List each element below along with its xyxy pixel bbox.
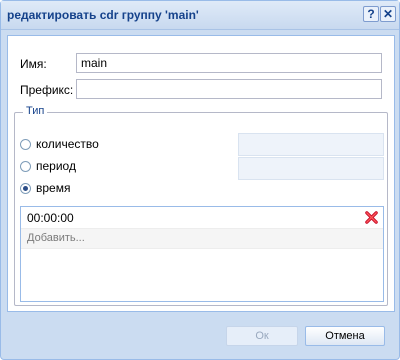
help-icon[interactable]: ?	[363, 6, 379, 22]
name-field[interactable]: main	[76, 53, 382, 73]
dialog-title: редактировать cdr группу 'main'	[7, 8, 199, 22]
radio-count-label[interactable]: количество	[36, 137, 99, 151]
period-field	[238, 157, 384, 180]
type-legend: Тип	[23, 105, 48, 117]
name-label: Имя:	[20, 57, 47, 71]
radio-time[interactable]	[20, 183, 31, 194]
radio-time-label[interactable]: время	[36, 181, 70, 195]
ok-button[interactable]: Ок	[226, 326, 298, 346]
radio-period-label[interactable]: период	[36, 159, 76, 173]
radio-count[interactable]	[20, 139, 31, 150]
radio-period[interactable]	[20, 161, 31, 172]
time-cell[interactable]: 00:00:00	[27, 211, 74, 225]
dialog-body: Имя: main Префикс: Тип количество период…	[7, 35, 395, 312]
time-grid: 00:00:00 Добавить...	[20, 206, 384, 302]
add-row[interactable]: Добавить...	[21, 229, 383, 249]
dialog-titlebar[interactable]: редактировать cdr группу 'main' ? ✕	[1, 1, 399, 30]
count-field	[238, 133, 384, 156]
prefix-label: Префикс:	[20, 83, 74, 97]
add-row-placeholder: Добавить...	[27, 232, 85, 244]
type-fieldset: Тип количество период время 00:00:00 Доб	[14, 105, 388, 306]
dialog-window: редактировать cdr группу 'main' ? ✕ Имя:…	[0, 0, 400, 360]
table-row[interactable]: 00:00:00	[21, 207, 383, 229]
cancel-button[interactable]: Отмена	[305, 326, 385, 346]
prefix-field[interactable]	[76, 79, 382, 99]
close-icon[interactable]: ✕	[380, 6, 396, 22]
delete-icon[interactable]	[364, 210, 379, 225]
